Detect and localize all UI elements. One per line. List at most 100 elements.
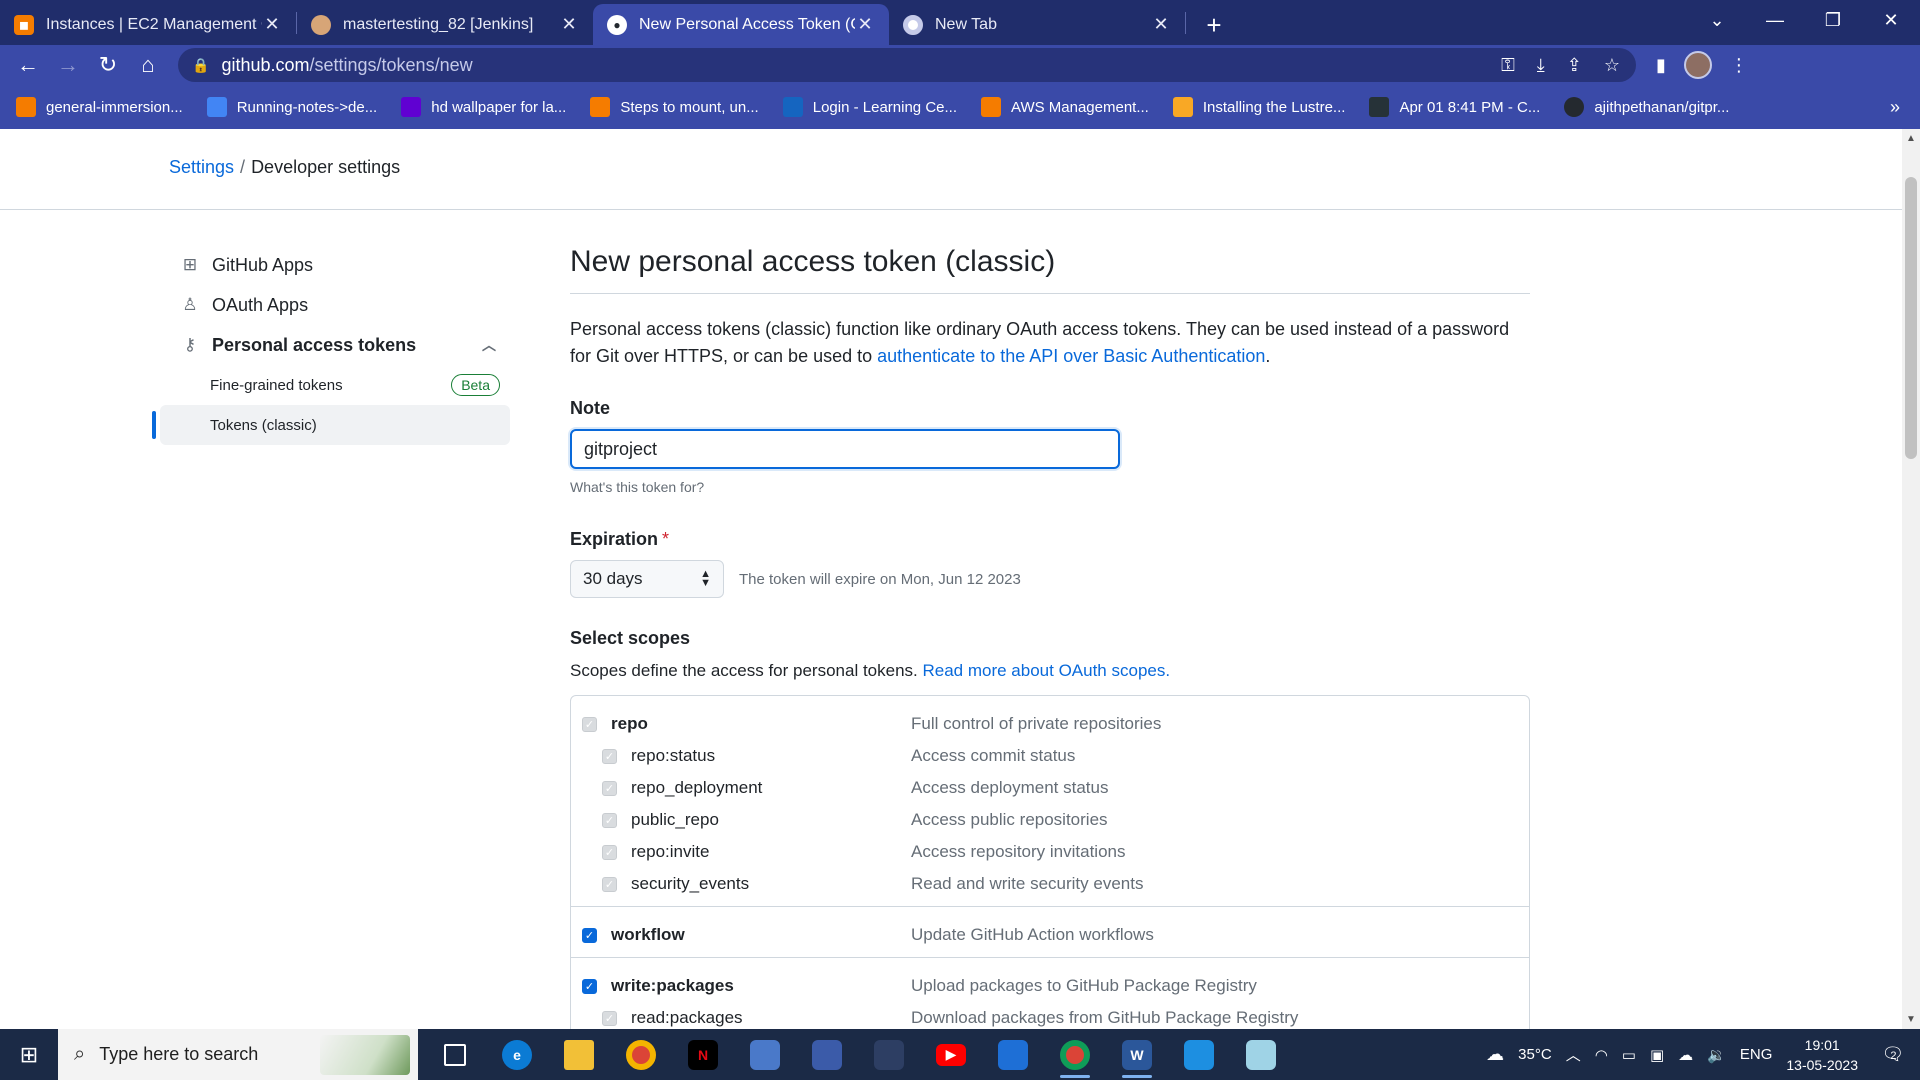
chevron-up-icon[interactable]: ︿ xyxy=(1566,1044,1581,1065)
clock[interactable]: 19:01 13-05-2023 xyxy=(1786,1035,1858,1075)
sidebar-item-label: Fine-grained tokens xyxy=(210,376,343,394)
bookmark-item[interactable]: Login - Learning Ce... xyxy=(782,97,957,117)
chrome-running-icon[interactable] xyxy=(1044,1029,1106,1080)
bookmark-item[interactable]: AWS Management... xyxy=(981,97,1149,117)
sidebar-item-tokens-classic[interactable]: Tokens (classic) xyxy=(152,405,510,445)
close-icon[interactable]: ✕ xyxy=(1151,14,1171,35)
bookmark-item[interactable]: ajithpethanan/gitpr... xyxy=(1564,97,1729,117)
scope-checkbox-repo-deployment[interactable]: ✓ xyxy=(602,780,617,796)
tab-search-icon[interactable]: ⌄ xyxy=(1688,0,1746,40)
scope-row: ✓ public_repo Access public repositories xyxy=(571,804,1529,836)
tab-github-token[interactable]: ● New Personal Access Token (Clas ✕ xyxy=(593,4,889,45)
volume-icon[interactable]: 🔉 xyxy=(1707,1046,1726,1064)
store-icon[interactable] xyxy=(982,1029,1044,1080)
task-view-icon[interactable] xyxy=(424,1029,486,1080)
forward-icon[interactable]: → xyxy=(48,47,88,83)
scope-checkbox-security-events[interactable]: ✓ xyxy=(602,876,617,892)
netflix-icon[interactable]: N xyxy=(672,1029,734,1080)
breadcrumb-separator: / xyxy=(240,157,246,177)
expiration-selected-value: 30 days xyxy=(583,569,643,588)
scroll-up-icon[interactable]: ▲ xyxy=(1906,133,1916,144)
scrollbar-thumb[interactable] xyxy=(1905,177,1917,459)
sidebar-item-personal-access-tokens[interactable]: ⚷ Personal access tokens ︿ xyxy=(160,325,510,365)
home-icon[interactable]: ⌂ xyxy=(128,47,168,83)
bookmark-item[interactable]: Steps to mount, un... xyxy=(590,97,759,117)
share-icon[interactable]: ⇪ xyxy=(1567,55,1582,76)
close-window-icon[interactable]: ✕ xyxy=(1862,0,1920,40)
system-tray: ☁ 35°C ︿ ◠ ▭ ▣ ☁ 🔉 ENG 19:01 13-05-2023 … xyxy=(1486,1035,1920,1075)
bookmark-item[interactable]: general-immersion... xyxy=(16,97,183,117)
youtube-icon[interactable]: ▶ xyxy=(920,1029,982,1080)
temperature[interactable]: 35°C xyxy=(1518,1046,1552,1063)
close-icon[interactable]: ✕ xyxy=(559,14,579,35)
taskbar-search[interactable]: ⌕ Type here to search xyxy=(58,1029,418,1080)
app-icon[interactable] xyxy=(858,1029,920,1080)
install-icon[interactable]: ⤓ xyxy=(1537,55,1545,76)
app-icon[interactable] xyxy=(1230,1029,1292,1080)
restore-icon[interactable]: ❐ xyxy=(1804,0,1862,40)
tab-jenkins[interactable]: mastertesting_82 [Jenkins] ✕ xyxy=(297,4,593,45)
scope-checkbox-workflow[interactable]: ✓ xyxy=(582,927,597,943)
note-input[interactable] xyxy=(570,429,1120,469)
sidebar-item-github-apps[interactable]: ⊞ GitHub Apps xyxy=(160,245,510,285)
new-tab-button[interactable]: + xyxy=(1194,5,1234,45)
scope-checkbox-repo-invite[interactable]: ✓ xyxy=(602,844,617,860)
scope-checkbox-repo[interactable]: ✓ xyxy=(582,716,597,732)
bookmark-item[interactable]: Installing the Lustre... xyxy=(1172,97,1345,117)
close-icon[interactable]: ✕ xyxy=(262,14,282,35)
scope-checkbox-write-packages[interactable]: ✓ xyxy=(582,978,597,994)
basic-auth-link[interactable]: authenticate to the API over Basic Authe… xyxy=(877,346,1265,366)
scope-checkbox-repo-status[interactable]: ✓ xyxy=(602,748,617,764)
windows-start-icon[interactable]: ⊞ xyxy=(0,1029,58,1080)
expiration-select[interactable]: 30 days ▲ ▼ xyxy=(570,560,724,598)
scope-name: write:packages xyxy=(611,976,734,995)
wifi-icon[interactable]: ◠ xyxy=(1595,1046,1608,1064)
bookmark-star-icon[interactable]: ☆ xyxy=(1604,55,1620,76)
lock-icon[interactable]: 🔒 xyxy=(192,57,209,74)
side-panel-icon[interactable]: ▮ xyxy=(1656,55,1666,76)
scroll-down-icon[interactable]: ▼ xyxy=(1906,1014,1916,1025)
bookmark-item[interactable]: Apr 01 8:41 PM - C... xyxy=(1369,97,1540,117)
language-indicator[interactable]: ENG xyxy=(1740,1046,1773,1063)
back-icon[interactable]: ← xyxy=(8,47,48,83)
scope-checkbox-read-packages[interactable]: ✓ xyxy=(602,1010,617,1026)
avatar[interactable] xyxy=(1683,51,1712,79)
oauth-scopes-link[interactable]: Read more about OAuth scopes. xyxy=(922,661,1170,680)
chrome-icon[interactable] xyxy=(610,1029,672,1080)
more-bookmarks-icon[interactable]: » xyxy=(1890,97,1900,118)
cloud-sync-icon[interactable]: ☁ xyxy=(1678,1046,1693,1064)
sidebar-item-label: Personal access tokens xyxy=(212,334,417,355)
network-app-icon[interactable] xyxy=(734,1029,796,1080)
address-bar[interactable]: 🔒 github.com/settings/tokens/new ⚿ ⤓ ⇪ ☆ xyxy=(178,48,1636,82)
breadcrumb-settings-link[interactable]: Settings xyxy=(169,157,234,177)
battery-icon[interactable]: ▭ xyxy=(1622,1046,1636,1064)
search-icon: ⌕ xyxy=(74,1043,86,1065)
notification-icon[interactable]: 🗨 2 xyxy=(1872,1040,1906,1070)
key-icon[interactable]: ⚿ xyxy=(1501,55,1515,76)
sidebar-item-oauth-apps[interactable]: ♙ OAuth Apps xyxy=(160,285,510,325)
scope-checkbox-public-repo[interactable]: ✓ xyxy=(602,812,617,828)
close-icon[interactable]: ✕ xyxy=(855,14,875,35)
bookmark-item[interactable]: hd wallpaper for la... xyxy=(401,97,566,117)
scope-row: ✓ write:packages Upload packages to GitH… xyxy=(571,970,1529,1002)
sidebar-item-fine-grained-tokens[interactable]: Fine-grained tokens Beta xyxy=(160,365,510,405)
scope-group-repo: ✓ repo Full control of private repositor… xyxy=(571,696,1529,907)
tab-new-tab[interactable]: New Tab ✕ xyxy=(889,4,1185,45)
remote-desktop-icon[interactable] xyxy=(796,1029,858,1080)
tab-ec2[interactable]: ◼ Instances | EC2 Management Con ✕ xyxy=(0,4,296,45)
scope-description: Read and write security events xyxy=(911,874,1144,893)
word-icon[interactable]: W xyxy=(1106,1029,1168,1080)
weather-cloud-icon[interactable]: ☁ xyxy=(1486,1044,1504,1065)
reload-icon[interactable]: ↻ xyxy=(88,47,128,83)
expiration-row: 30 days ▲ ▼ The token will expire on Mon,… xyxy=(570,560,1530,598)
display-icon[interactable]: ▣ xyxy=(1650,1046,1664,1064)
expiration-label-text: Expiration xyxy=(570,529,659,549)
chevron-up-icon[interactable]: ︿ xyxy=(482,335,496,355)
file-explorer-icon[interactable] xyxy=(548,1029,610,1080)
menu-icon[interactable]: ⋮ xyxy=(1730,55,1748,76)
edge-icon[interactable]: e xyxy=(486,1029,548,1080)
minimize-icon[interactable]: — xyxy=(1746,0,1804,40)
bookmark-item[interactable]: Running-notes->de... xyxy=(206,97,377,117)
photos-icon[interactable] xyxy=(1168,1029,1230,1080)
page-scrollbar[interactable]: ▲ ▼ xyxy=(1902,129,1920,1029)
